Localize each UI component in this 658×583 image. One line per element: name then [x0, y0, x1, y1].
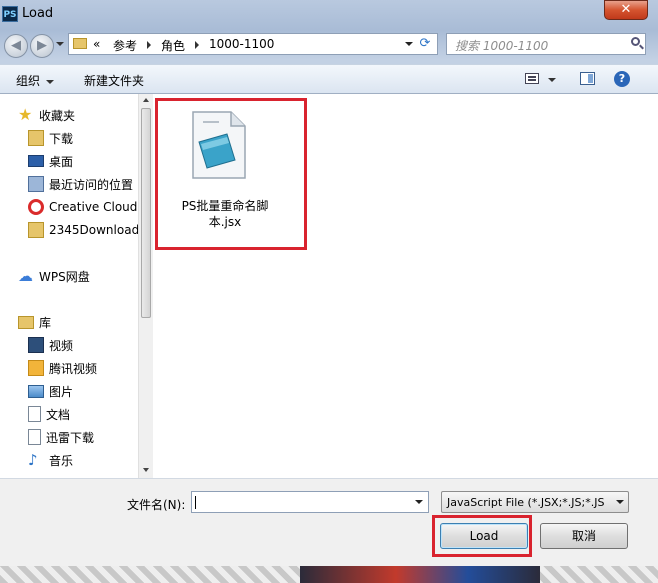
nav-item-videos[interactable]: 视频	[28, 335, 73, 355]
folder-icon	[73, 38, 87, 49]
download-folder-icon	[28, 130, 44, 146]
nav-label: 音乐	[49, 453, 74, 468]
back-arrow-icon: ◀	[11, 38, 21, 53]
breadcrumb-arrow-icon[interactable]	[147, 41, 151, 49]
creative-cloud-icon	[28, 199, 44, 215]
view-options-icon[interactable]	[525, 73, 539, 84]
documents-icon	[28, 406, 41, 422]
video-icon	[28, 337, 44, 353]
nav-label: 收藏夹	[39, 108, 76, 123]
nav-libraries[interactable]: 库	[18, 312, 51, 332]
nav-label: Creative Cloud	[49, 200, 138, 214]
nav-label: 2345Download	[49, 223, 140, 237]
command-bar: 组织 新建文件夹 ?	[0, 64, 658, 94]
nav-label: 迅雷下载	[46, 430, 95, 445]
preview-pane-icon[interactable]	[580, 72, 595, 85]
nav-item-downloads[interactable]: 下载	[28, 128, 73, 148]
nav-label: 腾讯视频	[49, 361, 98, 376]
navigation-pane: ★ 收藏夹 下载 桌面 最近访问的位置 Creative Cloud 2345D…	[0, 94, 153, 478]
breadcrumb-segment[interactable]: 1000-1100	[209, 37, 274, 51]
address-bar[interactable]: « 参考 角色 1000-1100 ⟳	[68, 33, 438, 55]
star-icon: ★	[18, 105, 33, 124]
load-highlight-box	[432, 515, 532, 557]
nav-wps-drive[interactable]: ☁ WPS网盘	[18, 266, 90, 286]
nav-item-creative-cloud[interactable]: Creative Cloud	[28, 197, 137, 217]
desktop-icon	[28, 155, 44, 167]
file-type-select[interactable]: JavaScript File (*.JSX;*.JS;*.JS	[441, 491, 629, 513]
forward-button[interactable]: ▶	[30, 34, 54, 58]
text-caret	[195, 496, 196, 509]
address-dropdown-icon[interactable]	[405, 42, 413, 46]
tencent-video-icon	[28, 360, 44, 376]
breadcrumb-arrow-icon[interactable]	[195, 41, 199, 49]
view-dropdown-icon[interactable]	[548, 78, 556, 82]
nav-label: 文档	[46, 407, 71, 422]
breadcrumb-segment[interactable]: 角色	[161, 37, 185, 54]
filename-label: 文件名(N):	[127, 498, 186, 512]
cancel-button[interactable]: 取消	[540, 523, 628, 549]
scroll-down-icon[interactable]	[143, 468, 149, 472]
music-icon: ♪	[28, 451, 38, 469]
back-button[interactable]: ◀	[4, 34, 28, 58]
folder-icon	[28, 222, 44, 238]
title-bar: PS Load ✕	[0, 0, 658, 28]
file-type-value: JavaScript File (*.JSX;*.JS;*.JS	[447, 496, 605, 509]
nav-item-desktop[interactable]: 桌面	[28, 151, 73, 171]
chevron-down-icon[interactable]	[616, 500, 624, 504]
file-highlight-box	[155, 98, 307, 250]
address-overflow[interactable]: «	[93, 37, 100, 51]
nav-favorites[interactable]: ★ 收藏夹	[18, 105, 75, 125]
search-placeholder[interactable]: 搜索 1000-1100	[455, 37, 548, 54]
breadcrumb-segment[interactable]: 参考	[113, 37, 137, 54]
background-artwork	[300, 566, 540, 583]
search-icon[interactable]	[631, 37, 640, 46]
organize-label: 组织	[16, 74, 41, 88]
search-box[interactable]: 搜索 1000-1100	[446, 33, 646, 55]
refresh-icon[interactable]: ⟳	[417, 36, 433, 52]
nav-label: 视频	[49, 338, 74, 353]
nav-item-thunder-download[interactable]: 迅雷下载	[28, 427, 94, 447]
nav-item-2345download[interactable]: 2345Download	[28, 220, 139, 240]
window-title: Load	[22, 6, 54, 21]
load-dialog: PS Load ✕ ◀ ▶ « 参考 角色 1000-1100 ⟳ 搜索 100…	[0, 0, 658, 583]
filename-input[interactable]	[191, 491, 429, 513]
new-folder-button[interactable]: 新建文件夹	[84, 72, 144, 89]
thunder-download-icon	[28, 429, 41, 445]
pictures-icon	[28, 384, 44, 398]
cloud-icon: ☁	[18, 267, 33, 285]
nav-label: 库	[39, 315, 52, 330]
filename-dropdown-icon[interactable]	[415, 500, 423, 504]
nav-scrollbar[interactable]	[138, 94, 153, 478]
close-button[interactable]: ✕	[604, 0, 648, 20]
library-icon	[18, 315, 34, 329]
nav-label: WPS网盘	[39, 269, 90, 284]
nav-item-recent-places[interactable]: 最近访问的位置	[28, 174, 133, 194]
nav-item-pictures[interactable]: 图片	[28, 381, 73, 401]
nav-label: 桌面	[49, 154, 74, 169]
nav-item-documents[interactable]: 文档	[28, 404, 70, 424]
recent-locations-dropdown[interactable]	[56, 42, 64, 46]
recent-places-icon	[28, 176, 44, 192]
photoshop-icon: PS	[2, 6, 18, 22]
nav-label: 图片	[49, 384, 74, 399]
nav-label: 最近访问的位置	[49, 177, 134, 192]
nav-item-music[interactable]: ♪ 音乐	[28, 450, 73, 470]
scroll-thumb[interactable]	[141, 108, 151, 318]
scroll-up-icon[interactable]	[143, 98, 149, 102]
nav-label: 下载	[49, 131, 74, 146]
forward-arrow-icon: ▶	[37, 38, 47, 53]
chevron-down-icon	[46, 79, 55, 84]
help-icon[interactable]: ?	[614, 71, 630, 87]
organize-menu[interactable]: 组织	[16, 72, 55, 89]
nav-item-tencent-video[interactable]: 腾讯视频	[28, 358, 97, 378]
